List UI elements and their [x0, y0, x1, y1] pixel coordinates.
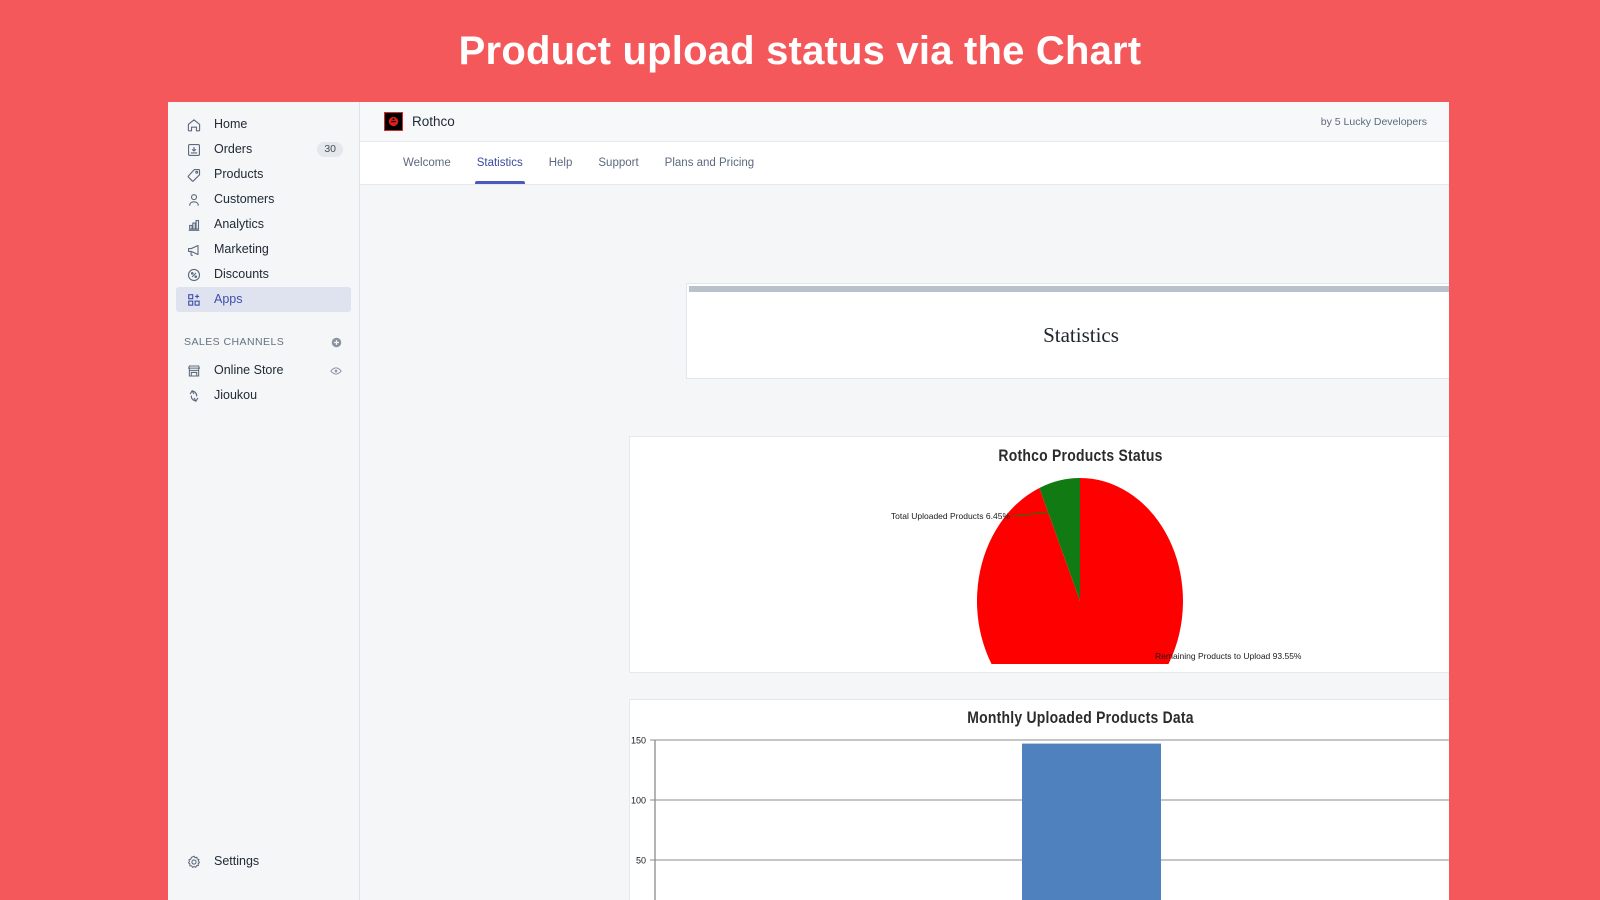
tab-support[interactable]: Support: [585, 142, 651, 184]
y-tick-label: 50: [636, 856, 646, 866]
pie-slice-label-remaining: Remaining Products to Upload 93.55%: [1155, 651, 1302, 661]
storefront-icon: [184, 361, 204, 381]
pie-chart-panel: Rothco Products Status Total Uploaded Pr…: [629, 436, 1449, 673]
eye-icon[interactable]: [329, 364, 343, 378]
sidebar-item-marketing[interactable]: Marketing: [176, 237, 351, 262]
tab-bar: Welcome Statistics Help Support Plans an…: [360, 142, 1449, 185]
bar-chart-panel: Monthly Uploaded Products Data 150 100: [629, 699, 1449, 900]
bar-chart-icon: [184, 215, 204, 235]
sidebar-nav-list: Home Orders 30: [168, 102, 359, 408]
page-banner: Product upload status via the Chart: [0, 0, 1600, 102]
sales-channels-section-header: SALES CHANNELS: [176, 330, 351, 354]
orders-inbox-icon: [184, 140, 204, 160]
sidebar-item-analytics[interactable]: Analytics: [176, 212, 351, 237]
sidebar-item-jioukou[interactable]: Jioukou: [176, 383, 351, 408]
sidebar-item-label: Home: [214, 118, 247, 131]
apps-grid-plus-icon: [184, 290, 204, 310]
sales-channels-title: SALES CHANNELS: [184, 336, 284, 348]
pie-chart-svg: Total Uploaded Products 6.45% Remaining …: [630, 466, 1449, 664]
sidebar-item-label: Discounts: [214, 268, 269, 281]
percent-circle-icon: [184, 265, 204, 285]
sidebar-item-label: Products: [214, 168, 263, 181]
bar-chart-svg: 150 100 50 0 2020, Jul: [630, 728, 1449, 900]
y-tick-label: 100: [631, 796, 646, 806]
gear-icon: [184, 852, 204, 872]
orders-count-badge: 30: [317, 142, 343, 157]
sidebar-item-products[interactable]: Products: [176, 162, 351, 187]
sidebar-item-online-store[interactable]: Online Store: [176, 358, 351, 383]
sidebar-item-label: Settings: [214, 855, 259, 868]
app-credit: by 5 Lucky Developers: [1321, 116, 1427, 128]
main-area: Rothco by 5 Lucky Developers Welcome Sta…: [360, 102, 1449, 900]
app-window: Home Orders 30: [168, 102, 1449, 900]
statistics-card: Statistics: [686, 283, 1449, 379]
plus-circle-icon[interactable]: [330, 336, 343, 349]
page-title: Product upload status via the Chart: [459, 29, 1142, 74]
sidebar-item-label: Orders: [214, 143, 252, 156]
bar-chart-title: Monthly Uploaded Products Data: [711, 708, 1449, 728]
sidebar-item-home[interactable]: Home: [176, 112, 351, 137]
tab-statistics[interactable]: Statistics: [464, 142, 536, 184]
bar-2020-jul: [1022, 744, 1161, 900]
rothco-logo-icon: [384, 112, 403, 131]
sidebar-item-discounts[interactable]: Discounts: [176, 262, 351, 287]
tab-help[interactable]: Help: [536, 142, 586, 184]
pie-slice-label-uploaded: Total Uploaded Products 6.45%: [891, 511, 1011, 521]
pie-chart-title: Rothco Products Status: [711, 446, 1449, 466]
sidebar-item-label: Online Store: [214, 364, 283, 377]
person-icon: [184, 190, 204, 210]
tag-icon: [184, 165, 204, 185]
app-name: Rothco: [412, 114, 455, 129]
sidebar-item-label: Customers: [214, 193, 274, 206]
y-tick-label: 150: [631, 736, 646, 746]
tab-plans-and-pricing[interactable]: Plans and Pricing: [652, 142, 768, 184]
sidebar-item-label: Apps: [214, 293, 243, 306]
content-area: Statistics Rothco Products Status Total …: [360, 185, 1449, 900]
sidebar-item-label: Analytics: [214, 218, 264, 231]
sync-recycle-icon: [184, 386, 204, 406]
statistics-card-title: Statistics: [687, 292, 1449, 378]
megaphone-icon: [184, 240, 204, 260]
sidebar-item-label: Jioukou: [214, 389, 257, 402]
sidebar: Home Orders 30: [168, 102, 360, 900]
home-icon: [184, 115, 204, 135]
sidebar-item-customers[interactable]: Customers: [176, 187, 351, 212]
tab-welcome[interactable]: Welcome: [390, 142, 464, 184]
sidebar-item-orders[interactable]: Orders 30: [176, 137, 351, 162]
app-header: Rothco by 5 Lucky Developers: [360, 102, 1449, 142]
sidebar-item-label: Marketing: [214, 243, 269, 256]
sidebar-item-settings[interactable]: Settings: [176, 849, 351, 874]
sidebar-item-apps[interactable]: Apps: [176, 287, 351, 312]
